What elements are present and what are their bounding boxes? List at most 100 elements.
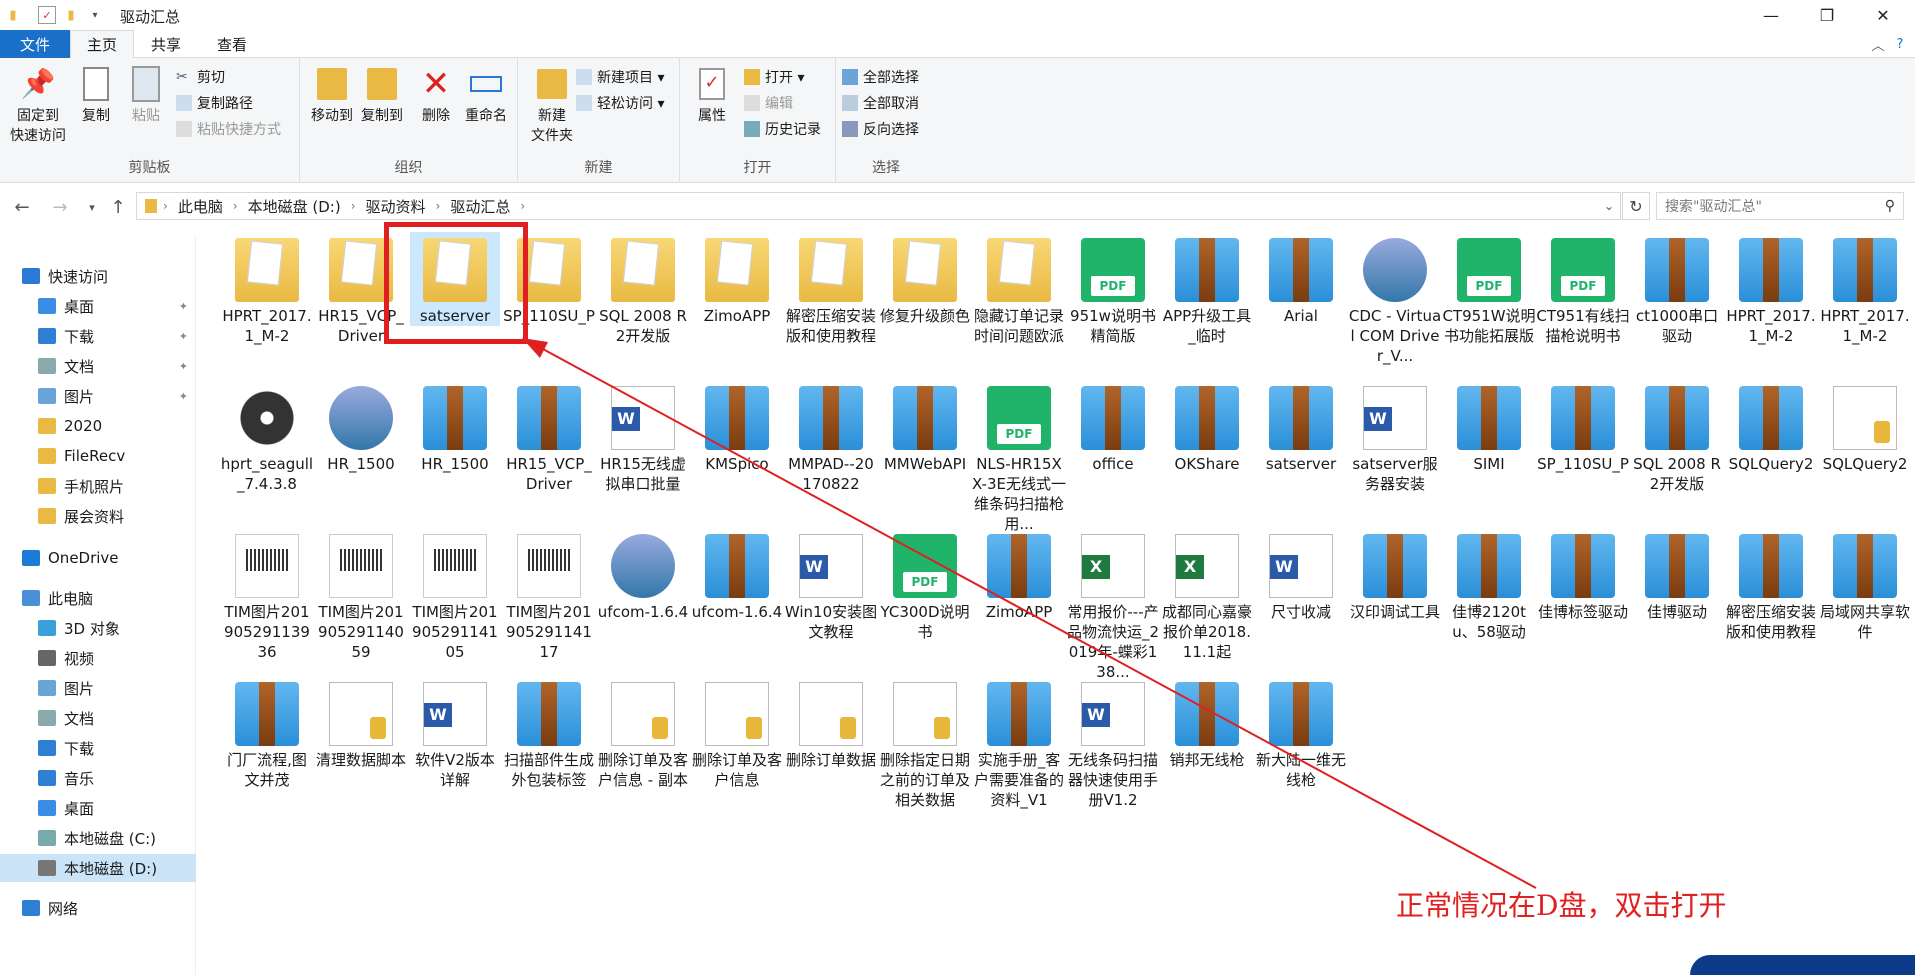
file-item[interactable]: 删除订单及客户信息 - 副本 (598, 676, 688, 790)
file-item[interactable]: ZimoAPP (974, 528, 1064, 622)
file-item[interactable]: TIM图片20190529114105 (410, 528, 500, 662)
nav-item[interactable]: 展会资料 (0, 502, 196, 530)
file-item[interactable]: 局域网共享软件 (1820, 528, 1910, 642)
properties-button[interactable]: ✓ 属性 (682, 64, 742, 126)
nav-item[interactable]: OneDrive (0, 544, 196, 572)
file-item[interactable]: 销邦无线枪 (1162, 676, 1252, 770)
file-item[interactable]: X 成都同心嘉豪报价单2018.11.1起 (1162, 528, 1252, 662)
file-item[interactable]: KMSpico (692, 380, 782, 474)
edit-button[interactable]: 编辑 (744, 92, 793, 114)
file-item[interactable]: 修复升级颜色 (880, 232, 970, 326)
easy-access-button[interactable]: 轻松访问 ▾ (576, 92, 664, 114)
file-item[interactable]: W 软件V2版本详解 (410, 676, 500, 790)
file-item[interactable]: hprt_seagull_7.4.3.8 (221, 380, 313, 494)
search-input[interactable]: 搜索"驱动汇总" ⚲ (1656, 192, 1904, 220)
file-item[interactable]: W Win10安装图文教程 (785, 528, 877, 642)
nav-item[interactable]: 此电脑 (0, 584, 196, 612)
file-item[interactable]: X 常用报价---产品物流快运_2019年-蝶彩138... (1067, 528, 1159, 682)
nav-item[interactable]: 本地磁盘 (D:) (0, 854, 196, 882)
file-item[interactable]: W 尺寸收减 (1256, 528, 1346, 622)
file-item[interactable]: OKShare (1162, 380, 1252, 474)
file-item[interactable]: 清理数据脚本 (316, 676, 406, 770)
nav-item[interactable]: 2020 (0, 412, 196, 440)
copy-path-button[interactable]: 复制路径 (176, 92, 253, 114)
file-item[interactable]: HPRT_2017.1_M-2 (222, 232, 312, 346)
file-item[interactable]: SIMI (1444, 380, 1534, 474)
file-item[interactable]: ZimoAPP (692, 232, 782, 326)
file-item[interactable]: 解密压缩安装版和使用教程 (786, 232, 876, 346)
file-item[interactable]: 隐藏订单记录时间问题欧派 (974, 232, 1064, 346)
file-item[interactable]: Wsatserver服务器安装 (1350, 380, 1440, 494)
file-item[interactable]: HPRT_2017.1_M-2 (1820, 232, 1910, 346)
new-folder-icon[interactable]: ▮ (64, 6, 78, 24)
file-item[interactable]: SQLQuery2 (1726, 380, 1816, 474)
tab-file[interactable]: 文件 (0, 30, 70, 58)
nav-item[interactable]: 桌面 (0, 794, 196, 822)
customize-quick-access-icon[interactable]: ▾ (88, 6, 102, 24)
up-button[interactable]: ↑ (106, 196, 130, 218)
forward-button[interactable]: → (48, 196, 72, 218)
nav-item[interactable]: 图片 ✦ (0, 382, 196, 410)
recent-locations-icon[interactable]: ▾ (80, 196, 104, 218)
nav-item[interactable]: 下载 (0, 734, 196, 762)
file-item[interactable]: PDF YC300D说明书 (880, 528, 970, 642)
paste-button[interactable]: 粘贴 (116, 64, 176, 126)
collapse-ribbon-icon[interactable]: ︿ (1868, 30, 1888, 58)
nav-item[interactable]: 图片 (0, 674, 196, 702)
minimize-button[interactable]: — (1743, 0, 1799, 30)
file-item[interactable]: HR15_VCP_Driver (504, 380, 594, 494)
chevron-down-icon[interactable]: ⌄ (1604, 199, 1614, 213)
breadcrumb-drive-d[interactable]: 本地磁盘 (D:) (248, 196, 341, 217)
nav-item[interactable]: FileRecv (0, 442, 196, 470)
cut-button[interactable]: ✂ 剪切 (176, 66, 225, 88)
tab-share[interactable]: 共享 (138, 30, 194, 58)
file-item[interactable]: MMWebAPI (880, 380, 970, 474)
file-item[interactable]: TIM图片20190529113936 (222, 528, 312, 662)
new-item-button[interactable]: 新建项目 ▾ (576, 66, 664, 88)
help-icon[interactable]: ? (1890, 30, 1910, 58)
address-bar[interactable]: › 此电脑 › 本地磁盘 (D:) › 驱动资料 › 驱动汇总 › ⌄ (136, 192, 1621, 220)
nav-item[interactable]: 文档 ✦ (0, 352, 196, 380)
open-button[interactable]: 打开 ▾ (744, 66, 804, 88)
file-item[interactable]: PDF 951w说明书精简版 (1068, 232, 1158, 346)
file-item[interactable]: HR_1500 (316, 380, 406, 474)
file-item[interactable]: Arial (1256, 232, 1346, 326)
file-item[interactable]: PDF NLS-HR15XX-3E无线式一维条码扫描枪用... (972, 380, 1066, 534)
pin-to-quick-access-button[interactable]: 📌 固定到 快速访问 (8, 64, 68, 146)
new-folder-button[interactable]: 新建 文件夹 (522, 64, 582, 146)
file-item[interactable]: 扫描部件生成外包装标签 (504, 676, 594, 790)
file-item[interactable]: 佳博2120tu、58驱动 (1444, 528, 1534, 642)
nav-item[interactable]: 本地磁盘 (C:) (0, 824, 196, 852)
nav-item[interactable]: 音乐 (0, 764, 196, 792)
nav-item[interactable]: 网络 (0, 894, 196, 922)
nav-item[interactable]: 下载 ✦ (0, 322, 196, 350)
tab-view[interactable]: 查看 (204, 30, 260, 58)
refresh-button[interactable]: ↻ (1622, 192, 1650, 220)
breadcrumb-this-pc[interactable]: 此电脑 (178, 196, 223, 217)
file-item[interactable]: office (1068, 380, 1158, 474)
file-item[interactable]: 佳博驱动 (1632, 528, 1722, 622)
file-item[interactable]: 汉印调试工具 (1350, 528, 1440, 622)
file-item[interactable]: W HR15无线虚拟串口批量 (598, 380, 688, 494)
file-item[interactable]: 删除指定日期之前的订单及相关数据 (880, 676, 970, 810)
paste-shortcut-button[interactable]: 粘贴快捷方式 (176, 118, 281, 140)
file-item[interactable]: 门厂流程,图文并茂 (222, 676, 312, 790)
file-item[interactable]: HR_1500 (410, 380, 500, 474)
file-item[interactable]: 删除订单数据 (786, 676, 876, 770)
file-item[interactable]: satserver (1256, 380, 1346, 474)
properties-icon[interactable]: ✓ (38, 6, 56, 24)
file-item[interactable]: ct1000串口驱动 (1632, 232, 1722, 346)
nav-item[interactable]: 桌面 ✦ (0, 292, 196, 320)
tab-home[interactable]: 主页 (70, 30, 134, 59)
file-item[interactable]: 佳博标签驱动 (1538, 528, 1628, 622)
file-item[interactable]: PDF CT951有线扫描枪说明书 (1536, 232, 1630, 346)
file-item[interactable]: TIM图片20190529114117 (504, 528, 594, 662)
rename-button[interactable]: 重命名 (456, 64, 516, 126)
select-all-button[interactable]: 全部选择 (842, 66, 919, 88)
history-button[interactable]: 历史记录 (744, 118, 821, 140)
file-item[interactable]: SQL 2008 R2开发版 (1632, 380, 1722, 494)
file-item[interactable]: HPRT_2017.1_M-2 (1726, 232, 1816, 346)
invert-selection-button[interactable]: 反向选择 (842, 118, 919, 140)
maximize-button[interactable]: ❐ (1799, 0, 1855, 30)
file-item[interactable]: 实施手册_客户需要准备的资料_V1 (974, 676, 1064, 810)
